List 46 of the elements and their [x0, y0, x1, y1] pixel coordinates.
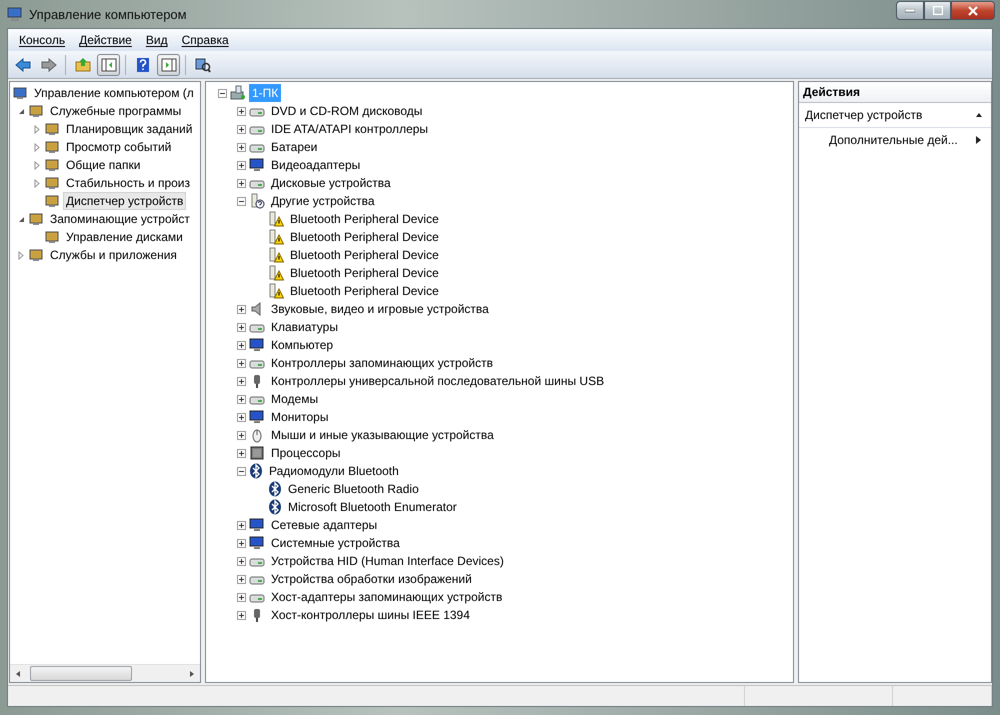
device-tree-item[interactable]: Процессоры — [268, 444, 344, 462]
device-tree-item[interactable]: Клавиатуры — [268, 318, 341, 336]
tree-item[interactable]: Просмотр событий — [63, 138, 174, 156]
device-tree-item[interactable]: Дисковые устройства — [268, 174, 394, 192]
device-tree-item[interactable]: Generic Bluetooth Radio — [285, 480, 422, 498]
device-tree-item[interactable]: Сетевые адаптеры — [268, 516, 380, 534]
tree-item[interactable]: Управление компьютером (л — [31, 84, 197, 102]
device-tree-item[interactable]: Мыши и иные указывающие устройства — [268, 426, 497, 444]
tree-item[interactable]: Службы и приложения — [47, 246, 180, 264]
tree-item[interactable]: Запоминающие устройст — [47, 210, 193, 228]
menu-item[interactable]: Консоль — [12, 33, 72, 47]
device-tree-item[interactable]: Модемы — [268, 390, 322, 408]
device-tree-item[interactable]: DVD и CD-ROM дисководы — [268, 102, 426, 120]
device-tree-item[interactable]: Устройства HID (Human Interface Devices) — [268, 552, 507, 570]
window-title: Управление компьютером — [29, 6, 187, 22]
device-tree-item[interactable]: Системные устройства — [268, 534, 403, 552]
tree-item[interactable]: Служебные программы — [47, 102, 184, 120]
device-tree-item[interactable]: Bluetooth Peripheral Device — [287, 282, 442, 300]
menu-item[interactable]: Справка — [174, 33, 236, 47]
device-tree-item[interactable]: Bluetooth Peripheral Device — [287, 246, 442, 264]
device-tree-item[interactable]: Видеоадаптеры — [268, 156, 364, 174]
menu-item[interactable]: Вид — [138, 33, 175, 47]
device-tree-item[interactable]: Батареи — [268, 138, 320, 156]
device-tree-item[interactable]: Мониторы — [268, 408, 332, 426]
tree-item[interactable]: Планировщик заданий — [63, 120, 196, 138]
tree-item[interactable]: Управление дисками — [63, 228, 186, 246]
tree-item[interactable]: Диспетчер устройств — [63, 192, 186, 210]
device-tree-item[interactable]: Хост-контроллеры шины IEEE 1394 — [268, 606, 473, 624]
device-tree-item[interactable]: Bluetooth Peripheral Device — [287, 210, 442, 228]
device-tree-item[interactable]: Устройства обработки изображений — [268, 570, 475, 588]
device-tree-item[interactable]: Контроллеры запоминающих устройств — [268, 354, 496, 372]
device-tree-item[interactable]: Звуковые, видео и игровые устройства — [268, 300, 492, 318]
device-tree-item[interactable]: Радиомодули Bluetooth — [266, 462, 402, 480]
action-item[interactable]: Дополнительные дей... — [799, 128, 991, 152]
device-tree-item[interactable]: Bluetooth Peripheral Device — [287, 264, 442, 282]
actions-section[interactable]: Диспетчер устройств — [799, 103, 991, 128]
tree-item[interactable]: Стабильность и произ — [63, 174, 194, 192]
device-tree-item[interactable]: Хост-адаптеры запоминающих устройств — [268, 588, 506, 606]
device-tree-item[interactable]: Компьютер — [268, 336, 336, 354]
device-tree-item[interactable]: IDE ATA/ATAPI контроллеры — [268, 120, 432, 138]
device-tree-item[interactable]: Контроллеры универсальной последовательной шины USB — [268, 372, 608, 390]
device-tree-item[interactable]: Другие устройства — [268, 192, 378, 210]
device-tree-item[interactable]: Bluetooth Peripheral Device — [287, 228, 442, 246]
device-tree-item[interactable]: Microsoft Bluetooth Enumerator — [285, 498, 460, 516]
tree-item[interactable]: Общие папки — [63, 156, 144, 174]
menu-item[interactable]: Действие — [72, 33, 139, 47]
